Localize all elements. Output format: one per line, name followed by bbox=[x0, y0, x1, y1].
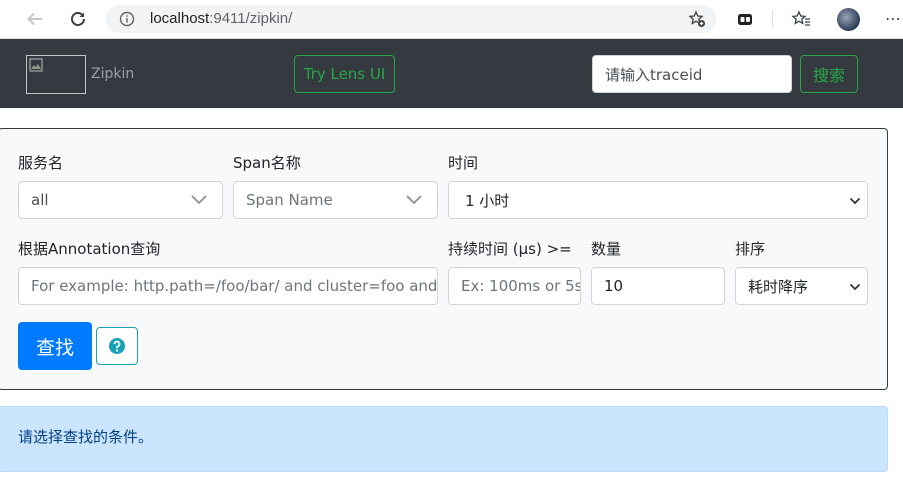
time-label: 时间 bbox=[448, 154, 479, 172]
logo-image[interactable] bbox=[26, 55, 86, 94]
app-navbar: Zipkin Try Lens UI 请输入traceid 搜索 bbox=[0, 39, 903, 108]
sort-select[interactable]: 耗时降序 bbox=[735, 267, 868, 305]
service-value: all bbox=[31, 191, 49, 209]
limit-input[interactable]: 10 bbox=[591, 267, 725, 305]
duration-placeholder: Ex: 100ms or 5s bbox=[461, 277, 581, 295]
sort-label: 排序 bbox=[735, 240, 766, 258]
chevron-down-icon bbox=[191, 195, 207, 205]
select-arrow-icon bbox=[849, 197, 861, 205]
broken-image-icon bbox=[29, 58, 43, 72]
brand-text[interactable]: Zipkin bbox=[91, 66, 134, 82]
question-circle-icon bbox=[109, 338, 125, 354]
service-select[interactable]: all bbox=[18, 181, 223, 219]
traceid-input[interactable]: 请输入traceid bbox=[592, 55, 792, 93]
limit-value: 10 bbox=[604, 277, 624, 295]
span-name-label: Span名称 bbox=[233, 154, 301, 172]
select-arrow-icon bbox=[849, 283, 861, 291]
alert-message: 请选择查找的条件。 bbox=[18, 428, 154, 446]
site-info-icon[interactable] bbox=[119, 11, 135, 31]
reading-list-icon[interactable] bbox=[790, 8, 812, 30]
min-duration-input[interactable]: Ex: 100ms or 5s bbox=[448, 267, 581, 305]
find-traces-button[interactable]: 查找 bbox=[18, 322, 92, 370]
toolbar-divider bbox=[772, 10, 773, 28]
duration-label: 持续时间 (μs) >= bbox=[448, 240, 572, 258]
url-path: :9411/zipkin/ bbox=[209, 10, 293, 27]
chevron-down-icon bbox=[406, 195, 422, 205]
span-name-select[interactable]: Span Name bbox=[233, 181, 438, 219]
traceid-search-button[interactable]: 搜索 bbox=[800, 55, 858, 93]
url-text: localhost:9411/zipkin/ bbox=[150, 10, 292, 27]
back-arrow-icon[interactable] bbox=[24, 8, 46, 30]
reload-icon[interactable] bbox=[67, 8, 89, 30]
help-button[interactable] bbox=[96, 327, 138, 365]
extension-icon[interactable] bbox=[734, 8, 756, 30]
bookmark-star-icon[interactable] bbox=[688, 10, 706, 32]
try-lens-button[interactable]: Try Lens UI bbox=[294, 55, 395, 93]
browser-toolbar: localhost:9411/zipkin/ ⋯ bbox=[0, 0, 903, 39]
menu-kebab-icon[interactable]: ⋯ bbox=[885, 9, 901, 28]
annotation-placeholder: For example: http.path=/foo/bar/ and clu… bbox=[31, 277, 438, 295]
time-value: 1 小时 bbox=[465, 191, 510, 210]
url-host: localhost bbox=[150, 10, 210, 27]
address-bar[interactable]: localhost:9411/zipkin/ bbox=[106, 5, 716, 33]
span-name-placeholder: Span Name bbox=[246, 191, 333, 209]
limit-label: 数量 bbox=[591, 240, 622, 258]
info-alert: 请选择查找的条件。 bbox=[0, 406, 888, 472]
service-label: 服务名 bbox=[18, 154, 64, 172]
search-form-card: 服务名 all Span名称 Span Name 时间 1 小时 根据Annot… bbox=[0, 128, 888, 390]
annotation-label: 根据Annotation查询 bbox=[18, 240, 161, 258]
annotation-query-input[interactable]: For example: http.path=/foo/bar/ and clu… bbox=[18, 267, 438, 305]
profile-avatar[interactable] bbox=[837, 8, 860, 31]
time-select[interactable]: 1 小时 bbox=[448, 181, 868, 219]
sort-value: 耗时降序 bbox=[748, 277, 809, 296]
